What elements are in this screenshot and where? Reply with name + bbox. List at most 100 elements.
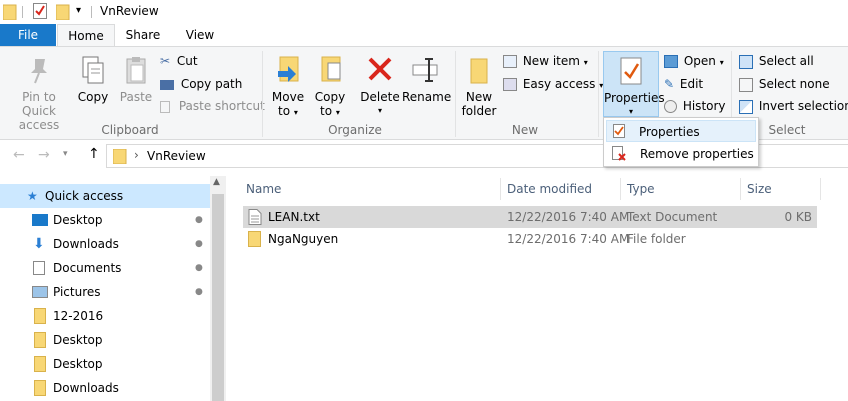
column-divider[interactable]	[500, 178, 501, 200]
copy-path-label: Copy path	[180, 77, 243, 91]
cut-button[interactable]: ✂ Cut	[160, 51, 198, 71]
column-divider[interactable]	[740, 178, 741, 200]
breadcrumb-current[interactable]: VnReview	[147, 149, 206, 163]
column-header-type[interactable]: Type	[627, 178, 655, 200]
folder-label: folder	[461, 104, 497, 118]
select-all-button[interactable]: Select all	[739, 51, 814, 71]
scissors-icon: ✂	[160, 54, 171, 68]
folder-icon	[34, 380, 46, 396]
column-divider[interactable]	[820, 178, 821, 200]
properties-check-icon	[613, 124, 625, 138]
pin-icon[interactable]: ●	[195, 214, 205, 226]
file-name: NgaNguyen	[268, 232, 339, 246]
move-to-button[interactable]: Move to ▾	[269, 55, 307, 120]
folder-icon	[34, 332, 46, 348]
easy-access-button[interactable]: Easy access ▾	[503, 74, 603, 94]
pin-icon[interactable]: ●	[195, 286, 205, 298]
history-icon	[664, 100, 677, 113]
nav-label: Quick access	[45, 189, 124, 203]
recent-dropdown-icon[interactable]: ▾	[63, 149, 68, 159]
file-row[interactable]: LEAN.txt 12/22/2016 7:40 AM Text Documen…	[243, 206, 817, 228]
desktop-icon	[32, 214, 48, 226]
column-header-date[interactable]: Date modified	[507, 178, 592, 200]
file-type: Text Document	[627, 210, 718, 224]
copy-to-label: Copy	[314, 90, 346, 104]
forward-arrow-icon[interactable]: →	[38, 147, 50, 163]
tab-file[interactable]: File	[0, 24, 56, 47]
file-row[interactable]: NgaNguyen 12/22/2016 7:40 AM File folder	[243, 228, 817, 250]
file-type: File folder	[627, 232, 686, 246]
pin-icon[interactable]: ●	[195, 238, 205, 250]
menu-item-remove-properties[interactable]: Remove properties	[606, 143, 756, 165]
nav-item-downloads-folder[interactable]: Downloads	[0, 376, 210, 400]
column-header-name[interactable]: Name	[246, 178, 281, 200]
properties-label: Properties	[604, 91, 665, 105]
move-to-label-2: to ▾	[269, 104, 307, 120]
pin-to-quick-access-button[interactable]: Pin to Quick access	[4, 55, 74, 132]
nav-item-12-2016[interactable]: 12-2016	[0, 304, 210, 328]
qat-separator	[22, 6, 23, 18]
organize-group-label: Organize	[328, 123, 382, 137]
nav-item-quick-access[interactable]: ★ Quick access	[0, 184, 210, 208]
select-none-button[interactable]: Select none	[739, 74, 830, 94]
open-button[interactable]: Open ▾	[664, 51, 724, 71]
nav-label: Downloads	[53, 381, 119, 395]
folder-icon	[3, 4, 17, 20]
copy-to-button[interactable]: Copy to ▾	[311, 55, 349, 120]
tab-view[interactable]: View	[172, 24, 228, 47]
documents-icon	[33, 261, 45, 275]
nav-item-pictures[interactable]: Pictures ●	[0, 280, 210, 304]
properties-check-icon[interactable]	[33, 3, 47, 19]
download-icon: ⬇	[33, 236, 45, 252]
nav-item-desktop-folder-2[interactable]: Desktop	[0, 352, 210, 376]
group-divider	[455, 51, 456, 137]
menu-item-properties[interactable]: Properties	[606, 120, 756, 142]
rename-button[interactable]: Rename	[402, 55, 451, 104]
group-divider	[262, 51, 263, 137]
invert-selection-button[interactable]: Invert selection	[739, 96, 848, 116]
paste-shortcut-button[interactable]: Paste shortcut	[160, 96, 265, 116]
new-folder-button[interactable]: New folder	[459, 55, 499, 118]
delete-button[interactable]: Delete ▾	[360, 55, 400, 118]
nav-item-downloads[interactable]: ⬇ Downloads ●	[0, 232, 210, 256]
history-button[interactable]: History	[664, 96, 726, 116]
back-arrow-icon[interactable]: ←	[13, 147, 25, 163]
scroll-up-icon[interactable]: ▲	[213, 177, 220, 187]
qat-separator	[91, 6, 92, 18]
delete-label: Delete	[360, 90, 400, 104]
menu-item-remove-properties-label: Remove properties	[640, 147, 754, 161]
properties-button[interactable]: Properties ▾	[603, 51, 665, 117]
paste-shortcut-label: Paste shortcut	[178, 99, 265, 113]
copy-path-button[interactable]: Copy path	[160, 74, 242, 94]
column-divider[interactable]	[620, 178, 621, 200]
tab-home[interactable]: Home	[57, 24, 115, 47]
new-item-label: New item	[522, 54, 580, 68]
nav-label: Documents	[53, 261, 122, 275]
chevron-down-icon: ▾	[719, 58, 724, 67]
nav-item-desktop-folder[interactable]: Desktop	[0, 328, 210, 352]
scroll-thumb[interactable]	[212, 194, 224, 401]
remove-properties-icon	[612, 146, 626, 161]
easy-access-label: Easy access	[522, 77, 596, 91]
nav-item-desktop[interactable]: Desktop ●	[0, 208, 210, 232]
paste-button[interactable]: Paste	[117, 55, 155, 104]
up-arrow-icon[interactable]: ↑	[88, 146, 100, 162]
nav-scrollbar[interactable]: ▲	[210, 176, 226, 401]
nav-item-documents[interactable]: Documents ●	[0, 256, 210, 280]
pin-icon	[31, 59, 47, 84]
column-header-size[interactable]: Size	[747, 178, 772, 200]
select-group-label: Select	[768, 123, 806, 137]
invert-selection-icon	[739, 99, 753, 114]
new-folder-qat-icon[interactable]	[56, 4, 70, 20]
tab-share[interactable]: Share	[117, 24, 169, 47]
edit-button[interactable]: ✎ Edit	[664, 74, 703, 94]
nav-label: Downloads	[53, 237, 119, 251]
pin-icon[interactable]: ●	[195, 262, 205, 274]
paste-icon	[126, 57, 146, 84]
new-item-button[interactable]: New item ▾	[503, 51, 588, 71]
new-group-label: New	[511, 123, 539, 137]
copy-button[interactable]: Copy	[76, 55, 110, 104]
edit-label: Edit	[679, 77, 704, 91]
select-all-icon	[739, 54, 753, 69]
qat-dropdown-icon[interactable]: ▾	[76, 5, 81, 16]
